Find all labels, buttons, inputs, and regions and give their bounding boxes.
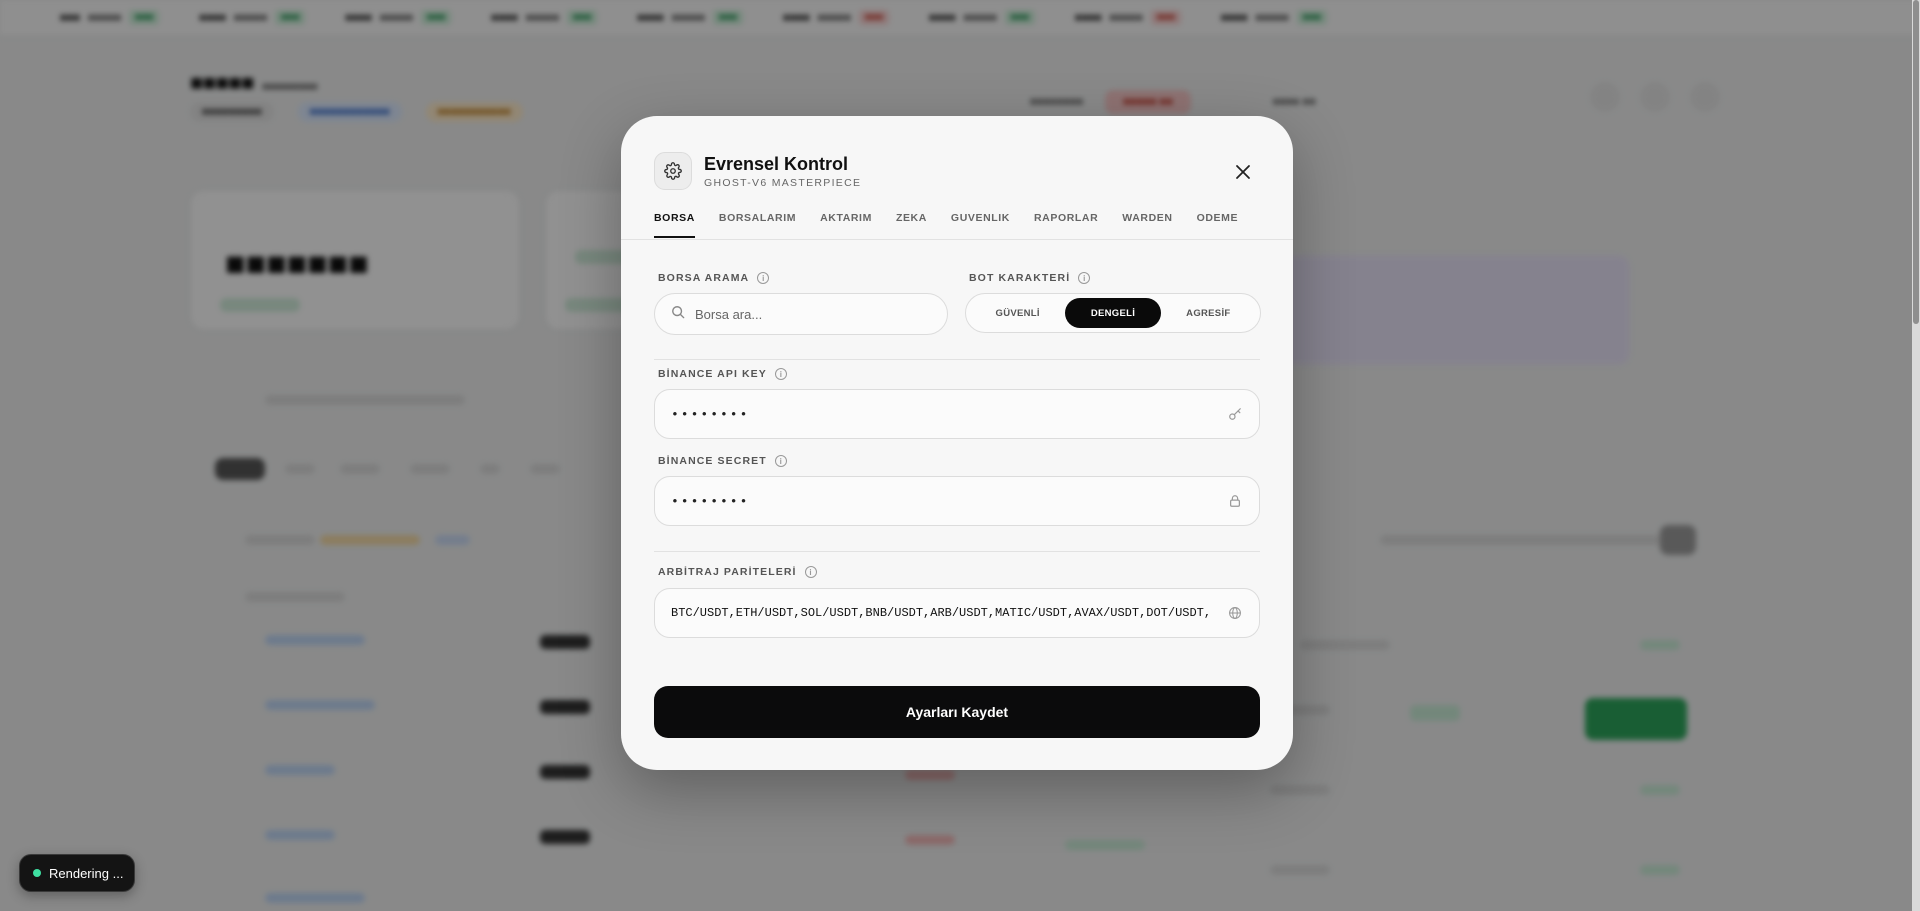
exchange-search-label: BORSA ARAMA i [658,272,770,284]
tab-borsalarim[interactable]: BORSALARIM [719,206,796,238]
close-icon[interactable] [1231,160,1255,184]
tabs-divider [621,239,1293,240]
key-icon [1227,406,1243,422]
tab-warden[interactable]: WARDEN [1122,206,1172,238]
modal-title: Evrensel Kontrol [704,154,849,174]
status-dot-icon [33,869,41,877]
save-settings-button[interactable]: Ayarları Kaydet [654,686,1260,738]
secret-field[interactable] [654,476,1260,526]
tab-borsa[interactable]: BORSA [654,206,695,238]
tab-aktarim[interactable]: AKTARIM [820,206,872,238]
bot-character-toggle: GÜVENLİ DENGELİ AGRESİF [965,293,1261,333]
settings-modal: Evrensel Kontrol GHOST-V6 MASTERPIECE BO… [621,116,1293,770]
bot-character-label: BOT KARAKTERİ i [969,272,1091,284]
arbitrage-pairs-label-text: ARBİTRAJ PARİTELERİ [658,566,797,578]
info-icon[interactable]: i [804,566,817,578]
api-key-label: BİNANCE API KEY i [658,368,787,380]
bot-character-aggressive[interactable]: AGRESİF [1161,298,1256,328]
arbitrage-pairs-input[interactable] [671,606,1227,620]
arbitrage-pairs-label: ARBİTRAJ PARİTELERİ i [658,566,817,578]
bot-character-safe[interactable]: GÜVENLİ [970,298,1065,328]
globe-icon [1227,605,1243,621]
bot-character-balanced[interactable]: DENGELİ [1065,298,1161,328]
settings-tabs: BORSA BORSALARIM AKTARIM ZEKA GUVENLIK R… [654,206,1262,238]
api-key-label-text: BİNANCE API KEY [658,368,767,380]
modal-subtitle: GHOST-V6 MASTERPIECE [704,177,862,189]
info-icon[interactable]: i [1078,272,1091,284]
rendering-toast: Rendering ... [19,854,135,892]
info-icon[interactable]: i [757,272,770,284]
exchange-search-input[interactable] [695,306,925,322]
secret-input[interactable] [671,493,1227,509]
secret-label-text: BİNANCE SECRET [658,455,767,467]
modal-header: Evrensel Kontrol GHOST-V6 MASTERPIECE [654,152,861,190]
tab-zeka[interactable]: ZEKA [896,206,927,238]
exchange-search-label-text: BORSA ARAMA [658,272,750,284]
lock-icon [1227,493,1243,509]
scrollbar-thumb[interactable] [1913,0,1919,324]
info-icon[interactable]: i [774,455,787,467]
tab-odeme[interactable]: ODEME [1197,206,1239,238]
tab-guvenlik[interactable]: GUVENLIK [951,206,1010,238]
secret-label: BİNANCE SECRET i [658,455,787,467]
section-divider [654,359,1260,360]
bot-character-label-text: BOT KARAKTERİ [969,272,1071,284]
api-key-input[interactable] [671,406,1227,422]
exchange-search-field[interactable] [654,293,948,335]
page-scrollbar[interactable] [1912,0,1920,911]
search-icon [671,305,685,324]
tab-raporlar[interactable]: RAPORLAR [1034,206,1098,238]
api-key-field[interactable] [654,389,1260,439]
toast-text: Rendering ... [49,865,124,881]
gear-icon [654,152,692,190]
info-icon[interactable]: i [774,368,787,380]
arbitrage-pairs-field[interactable] [654,588,1260,638]
section-divider [654,551,1260,552]
